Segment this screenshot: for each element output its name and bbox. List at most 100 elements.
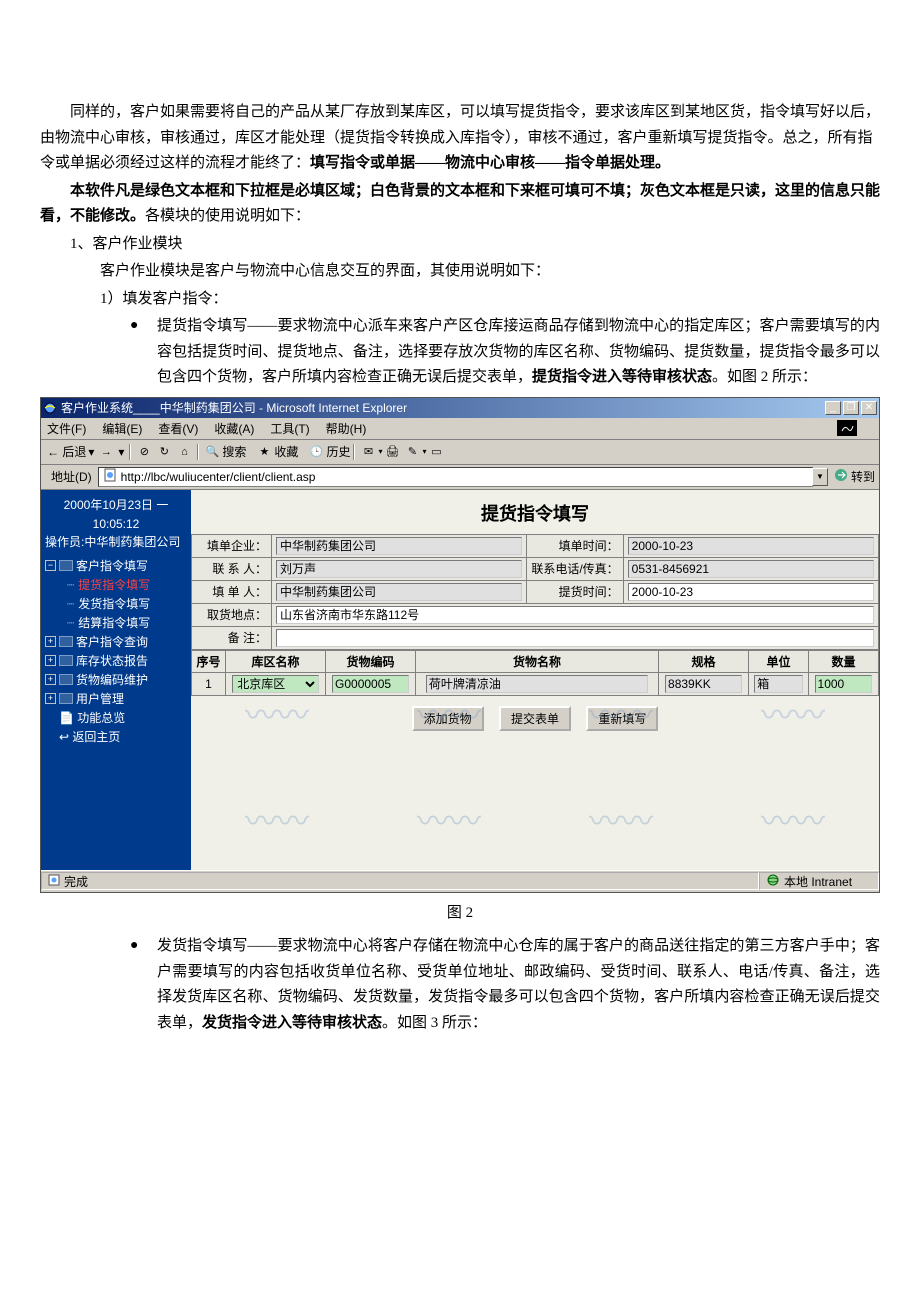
doc-icon: 📄: [59, 711, 74, 725]
submit-button[interactable]: 提交表单: [499, 706, 571, 731]
go-label: 转到: [851, 468, 875, 485]
maximize-button[interactable]: ❐: [843, 401, 859, 415]
history-label: 历史: [326, 443, 350, 460]
cell-seq: 1: [192, 672, 226, 695]
filltime-label: 填单时间：: [527, 534, 623, 557]
discuss-button[interactable]: ▭: [427, 443, 445, 461]
menu-tools[interactable]: 工具(T): [270, 420, 309, 437]
code-input[interactable]: [332, 675, 409, 693]
close-button[interactable]: ✕: [861, 401, 877, 415]
sidebar-item-order-query[interactable]: +客户指令查询: [45, 632, 187, 651]
page-icon: [103, 468, 117, 485]
page-content: 2000年10月23日 一 10:05:12 操作员:中华制药集团公司 −客户指…: [41, 490, 879, 870]
ie-icon: [43, 401, 57, 415]
picktime-input[interactable]: [628, 583, 874, 601]
window-titlebar: 客户作业系统____中华制药集团公司 - Microsoft Internet …: [41, 398, 879, 418]
col-name: 货物名称: [416, 650, 659, 672]
menu-file[interactable]: 文件(F): [47, 420, 86, 437]
sidebar-item-delivery-order[interactable]: ┈发货指令填写: [45, 594, 187, 613]
button-row: 添加货物 提交表单 重新填写: [191, 696, 879, 741]
address-dropdown[interactable]: ▼: [812, 468, 828, 486]
ie-window: 客户作业系统____中华制药集团公司 - Microsoft Internet …: [40, 397, 880, 893]
status-bar: 完成 本地 Intranet: [41, 870, 879, 892]
mail-button[interactable]: ✉: [359, 443, 377, 461]
date-text: 2000年10月23日 一: [45, 496, 187, 513]
sidebar-item-pickup-order[interactable]: ┈提货指令填写: [45, 575, 187, 594]
goods-name-input: [426, 675, 648, 693]
bullet-1: 提货指令填写——要求物流中心派车来客户产区仓库接运商品存储到物流中心的指定库区；…: [130, 314, 880, 391]
bullet-2: 发货指令填写——要求物流中心将客户存储在物流中心仓库的属于客户的商品送往指定的第…: [130, 934, 880, 1036]
filler-input: [276, 583, 522, 601]
history-icon[interactable]: 🕒: [307, 443, 325, 461]
sidebar-item-settlement-order[interactable]: ┈结算指令填写: [45, 613, 187, 632]
bullet-2-bold: 发货指令进入等待审核状态: [202, 1015, 382, 1031]
bullet-2-tail: 。如图 3 所示：: [382, 1015, 487, 1031]
go-icon: [834, 468, 848, 485]
contact-label: 联 系 人：: [192, 557, 272, 580]
reset-button[interactable]: 重新填写: [586, 706, 658, 731]
company-label: 填单企业：: [192, 534, 272, 557]
col-warehouse: 库区名称: [226, 650, 326, 672]
operator-info: 操作员:中华制药集团公司: [45, 535, 187, 551]
sidebar-item-home[interactable]: ↩ 返回主页: [45, 727, 187, 746]
zone-icon: [766, 874, 780, 889]
menu-favorites[interactable]: 收藏(A): [214, 420, 254, 437]
search-icon[interactable]: 🔍: [203, 443, 221, 461]
status-zone-text: 本地 Intranet: [784, 873, 852, 890]
form-title: 提货指令填写: [191, 490, 879, 534]
forward-button[interactable]: →: [97, 443, 115, 461]
sidebar-item-goods-code[interactable]: +货物编码维护: [45, 670, 187, 689]
phone-label: 联系电话/传真：: [527, 557, 623, 580]
col-spec: 规格: [659, 650, 749, 672]
section-1-heading: 1、客户作业模块: [70, 232, 880, 258]
stop-button[interactable]: ⊘: [135, 443, 153, 461]
bullet-1-tail: 。如图 2 所示：: [712, 369, 817, 385]
pickaddr-input[interactable]: [276, 606, 874, 624]
operator-label: 操作员:: [45, 535, 84, 549]
minimize-button[interactable]: _: [825, 401, 841, 415]
menu-edit[interactable]: 编辑(E): [102, 420, 142, 437]
paragraph-1: 同样的，客户如果需要将自己的产品从某厂存放到某库区，可以填写提货指令，要求该库区…: [40, 100, 880, 177]
home-button[interactable]: ⌂: [175, 443, 193, 461]
print-button[interactable]: 🖨: [383, 443, 401, 461]
col-code: 货物编码: [326, 650, 416, 672]
pickaddr-label: 取货地点：: [192, 603, 272, 626]
window-buttons: _ ❐ ✕: [825, 401, 877, 415]
remark-label: 备 注：: [192, 626, 272, 649]
toolbar: ← 后退 ▾ → ▾ ⊘ ↻ ⌂ 🔍搜索 ★收藏 🕒历史 ✉▾ 🖨 ✎▾ ▭: [41, 440, 879, 465]
unit-input: [754, 675, 802, 693]
favorites-label: 收藏: [274, 443, 298, 460]
menu-help[interactable]: 帮助(H): [326, 420, 367, 437]
edit-button[interactable]: ✎: [403, 443, 421, 461]
bullet-1-bold: 提货指令进入等待审核状态: [532, 369, 712, 385]
window-title: 客户作业系统____中华制药集团公司 - Microsoft Internet …: [61, 399, 825, 416]
section-1-desc: 客户作业模块是客户与物流中心信息交互的界面，其使用说明如下：: [100, 259, 880, 285]
sidebar: 2000年10月23日 一 10:05:12 操作员:中华制药集团公司 −客户指…: [41, 490, 191, 870]
back-button[interactable]: ← 后退: [47, 443, 86, 460]
add-goods-button[interactable]: 添加货物: [412, 706, 484, 731]
sidebar-item-overview[interactable]: 📄 功能总览: [45, 708, 187, 727]
section-1-sub1: 1）填发客户指令：: [100, 287, 880, 313]
status-done-text: 完成: [64, 873, 88, 890]
operator-name: 中华制药集团公司: [84, 535, 180, 549]
refresh-button[interactable]: ↻: [155, 443, 173, 461]
sidebar-item-user-mgmt[interactable]: +用户管理: [45, 689, 187, 708]
remark-input[interactable]: [276, 629, 874, 647]
col-seq: 序号: [192, 650, 226, 672]
qty-input[interactable]: [815, 675, 873, 693]
favorites-icon[interactable]: ★: [255, 443, 273, 461]
search-label: 搜索: [222, 443, 246, 460]
p1-bold: 填写指令或单据——物流中心审核——指令单据处理。: [310, 155, 670, 171]
warehouse-select[interactable]: 北京库区: [232, 675, 318, 693]
sidebar-item-inventory[interactable]: +库存状态报告: [45, 651, 187, 670]
address-input[interactable]: http://lbc/wuliucenter/client/client.asp: [98, 467, 813, 487]
go-button[interactable]: 转到: [834, 468, 875, 485]
phone-input: [628, 560, 874, 578]
col-unit: 单位: [749, 650, 809, 672]
back-icon: ↩: [59, 730, 69, 744]
main-area: 提货指令填写 填单企业： 填单时间： 联 系 人： 联系电话/传真： 填 单 人…: [191, 490, 879, 870]
paragraph-2: 本软件凡是绿色文本框和下拉框是必填区域；白色背景的文本框和下来框可填可不填；灰色…: [40, 179, 880, 230]
sidebar-item-orders[interactable]: −客户指令填写: [45, 556, 187, 575]
menu-view[interactable]: 查看(V): [158, 420, 198, 437]
menubar: 文件(F) 编辑(E) 查看(V) 收藏(A) 工具(T) 帮助(H): [41, 418, 879, 440]
